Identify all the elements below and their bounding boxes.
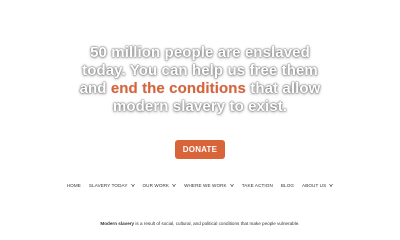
chevron-down-icon xyxy=(172,183,176,188)
chevron-down-icon xyxy=(130,183,135,188)
nav-item-label: OUR WORK xyxy=(142,183,170,188)
hero: 50 million people are enslaved today. Yo… xyxy=(0,44,400,116)
nav-item-about-us[interactable]: ABOUT US xyxy=(302,183,334,188)
chevron-down-icon xyxy=(229,183,234,188)
nav-item-label: SLAVERY TODAY xyxy=(88,183,128,188)
hero-line-2: today. You can help us free them xyxy=(82,62,318,79)
nav-item-where-we-work[interactable]: WHERE WE WORK xyxy=(184,183,234,188)
nav-item-label: ABOUT US xyxy=(302,183,327,188)
nav-item-label: HOME xyxy=(66,183,81,188)
nav-item-label: BLOG xyxy=(280,183,295,188)
hero-accent-text: end the conditions xyxy=(110,80,246,97)
hero-line-3-pre: and xyxy=(79,80,111,97)
hero-headline: 50 million people are enslaved today. Yo… xyxy=(0,44,400,116)
main-nav: HOME SLAVERY TODAY OUR WORK WHERE WE WOR… xyxy=(0,183,400,188)
hero-line-3: and end the conditions that allow xyxy=(0,80,400,98)
intro-text: Modern slavery is a result of social, cu… xyxy=(0,221,400,226)
nav-item-blog[interactable]: BLOG xyxy=(281,183,294,188)
nav-item-take-action[interactable]: TAKE ACTION xyxy=(242,183,273,188)
nav-item-label: WHERE WE WORK xyxy=(184,183,227,188)
nav-item-label: TAKE ACTION xyxy=(241,183,273,188)
nav-item-home[interactable]: HOME xyxy=(67,183,81,188)
intro-text-bold: Modern slavery xyxy=(100,220,135,226)
nav-item-our-work[interactable]: OUR WORK xyxy=(143,183,177,188)
hero-line-1: 50 million people are enslaved xyxy=(90,44,310,61)
hero-line-4: modern slavery to exist. xyxy=(112,98,288,115)
intro-text-rest: is a result of social, cultural, and pol… xyxy=(134,220,300,226)
page: 50 million people are enslaved today. Yo… xyxy=(0,0,400,226)
chevron-down-icon xyxy=(329,183,334,188)
donate-button[interactable]: DONATE xyxy=(175,140,225,159)
nav-item-slavery-today[interactable]: SLAVERY TODAY xyxy=(89,183,135,188)
hero-line-3-post: that allow xyxy=(245,80,321,97)
